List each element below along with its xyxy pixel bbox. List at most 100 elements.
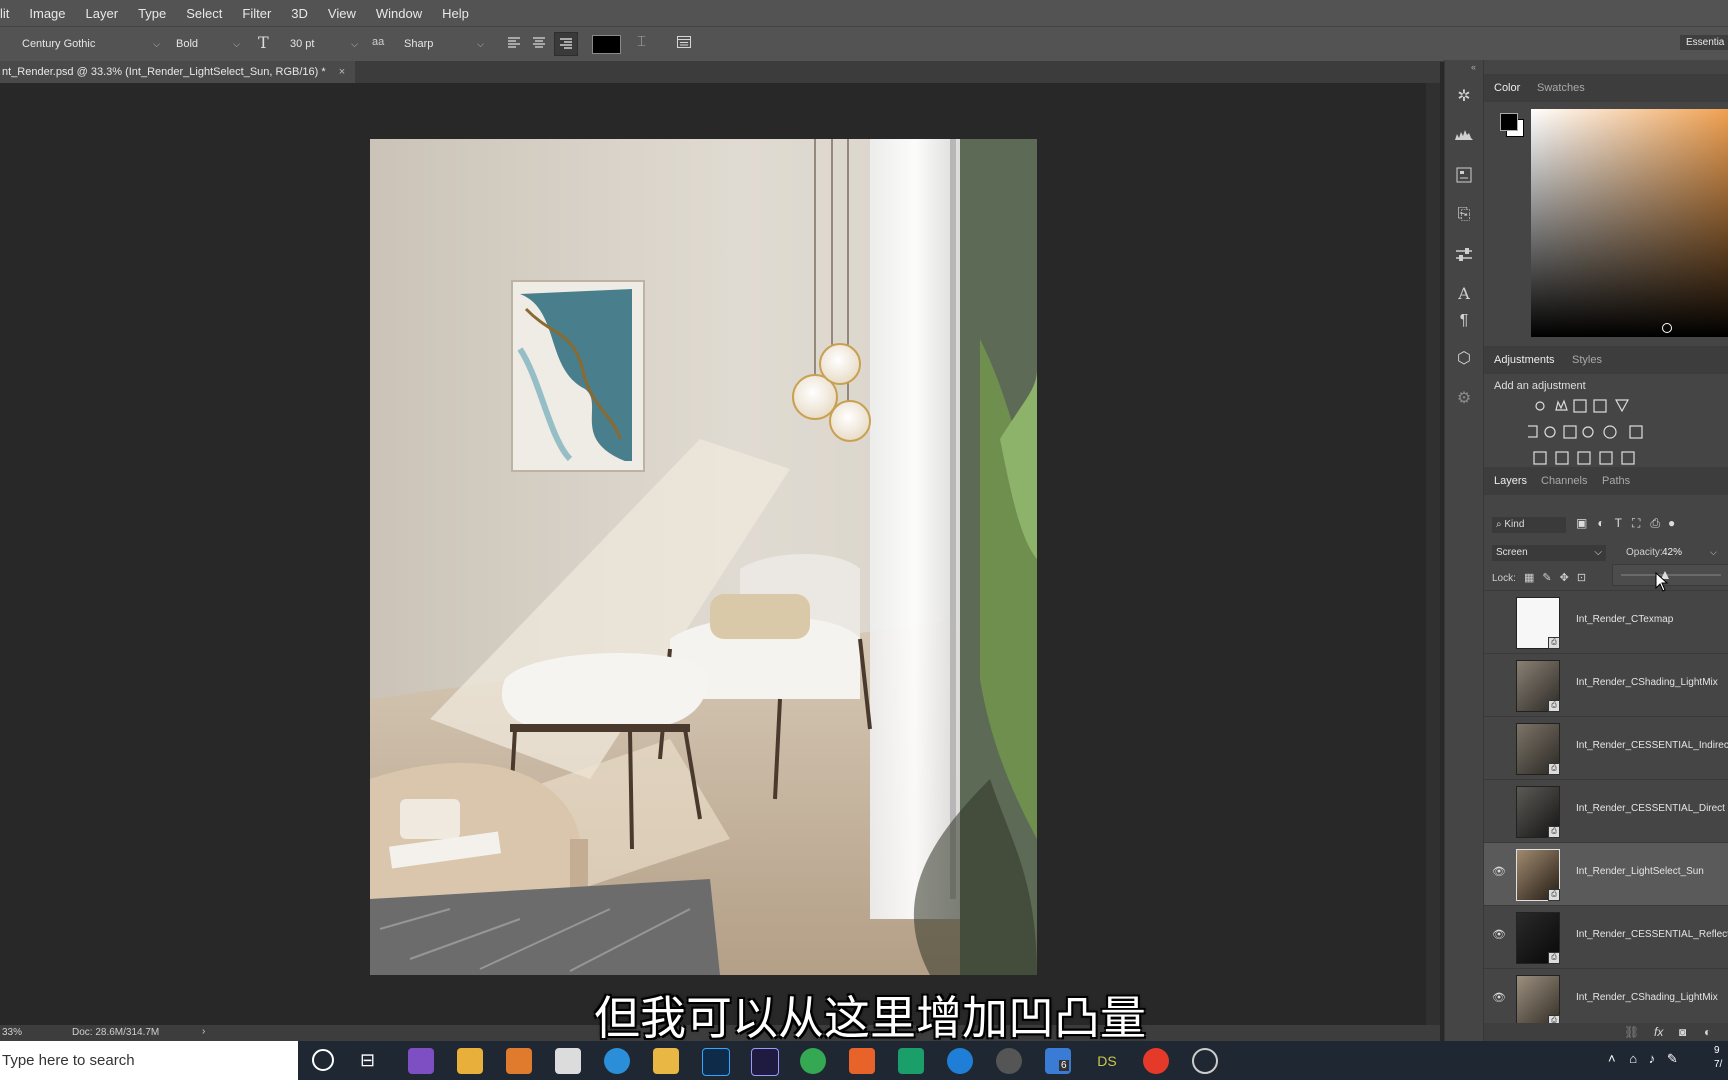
eye-icon[interactable]: 👁 bbox=[1492, 991, 1506, 1005]
notepad-icon[interactable]: 6 bbox=[1045, 1048, 1071, 1074]
opacity-value[interactable]: 42% bbox=[1662, 547, 1682, 558]
clone-source-icon[interactable]: ⎘ bbox=[1453, 204, 1475, 226]
tab-layers[interactable]: Layers bbox=[1494, 475, 1527, 487]
add-mask-icon[interactable]: ◙ bbox=[1679, 1025, 1686, 1039]
menu-image[interactable]: Image bbox=[29, 6, 65, 21]
tab-channels[interactable]: Channels bbox=[1541, 475, 1587, 487]
tab-adjustments[interactable]: Adjustments bbox=[1494, 354, 1555, 366]
tray-chevron-up-icon[interactable]: ˄ bbox=[1608, 1051, 1616, 1066]
pixel-filter-icon[interactable]: ▣ bbox=[1576, 516, 1587, 530]
taskbar-search-box[interactable]: Type here to search bbox=[0, 1041, 298, 1080]
font-style-select[interactable]: Bold ⌵ bbox=[176, 35, 242, 53]
histogram-icon[interactable] bbox=[1453, 124, 1475, 146]
media-player-icon[interactable] bbox=[506, 1048, 532, 1074]
3d-scene-icon[interactable]: ⚙ bbox=[1453, 388, 1475, 410]
link-layers-icon[interactable]: ⛓ bbox=[1624, 1025, 1639, 1039]
pen-icon[interactable]: ✎ bbox=[1667, 1051, 1678, 1066]
teamviewer-icon[interactable] bbox=[947, 1048, 973, 1074]
zoom-level[interactable]: 33% bbox=[2, 1027, 22, 1038]
opacity-dropdown-icon[interactable]: ⌵ bbox=[1710, 547, 1717, 558]
blender-icon[interactable] bbox=[1143, 1048, 1169, 1074]
tab-color[interactable]: Color bbox=[1494, 82, 1520, 94]
warp-text-icon[interactable]: ⌶ bbox=[637, 33, 646, 50]
type-filter-icon[interactable]: T bbox=[1615, 516, 1622, 530]
3d-cube-icon[interactable]: ⬡ bbox=[1453, 348, 1475, 370]
layer-row[interactable]: ⎙ Int_Render_CESSENTIAL_Indirect bbox=[1484, 716, 1728, 779]
layer-row[interactable]: ⎙ Int_Render_CTexmap bbox=[1484, 590, 1728, 653]
font-size-select[interactable]: 30 pt ⌵ bbox=[290, 35, 360, 53]
3ds-max-icon[interactable] bbox=[898, 1048, 924, 1074]
visibility-toggle[interactable] bbox=[1492, 802, 1506, 816]
new-fill-layer-icon[interactable]: ◐ bbox=[1704, 1025, 1711, 1039]
task-view-icon[interactable]: ⊟ bbox=[360, 1050, 375, 1071]
character-panel-icon[interactable] bbox=[676, 34, 692, 50]
layer-row[interactable]: ⎙ Int_Render_CESSENTIAL_Direct bbox=[1484, 779, 1728, 842]
menu-type[interactable]: Type bbox=[138, 6, 166, 21]
menu-window[interactable]: Window bbox=[376, 6, 422, 21]
paragraph-icon[interactable]: ¶ bbox=[1453, 310, 1475, 332]
chrome-icon[interactable] bbox=[800, 1048, 826, 1074]
menu-3d[interactable]: 3D bbox=[291, 6, 308, 21]
photoshop-icon[interactable] bbox=[702, 1048, 730, 1076]
obs-icon[interactable] bbox=[1192, 1048, 1218, 1074]
status-menu-arrow[interactable]: › bbox=[202, 1026, 205, 1037]
layer-row[interactable]: 👁 ⎙ Int_Render_CESSENTIAL_Reflect bbox=[1484, 905, 1728, 968]
filter-toggle-icon[interactable]: ● bbox=[1668, 516, 1675, 530]
smart-object-filter-icon[interactable]: ⎙ bbox=[1650, 516, 1660, 530]
menu-select[interactable]: Select bbox=[186, 6, 222, 21]
font-family-select[interactable]: Century Gothic ⌵ bbox=[22, 35, 162, 53]
adjustments-sliders-icon[interactable] bbox=[1453, 244, 1475, 266]
houdini-icon[interactable] bbox=[849, 1048, 875, 1074]
anti-alias-select[interactable]: Sharp ⌵ bbox=[404, 35, 486, 53]
lock-image-icon[interactable]: ✎ bbox=[1542, 572, 1551, 584]
align-left-icon[interactable] bbox=[506, 35, 522, 51]
eye-icon[interactable]: 👁 bbox=[1492, 865, 1506, 879]
menu-layer[interactable]: Layer bbox=[86, 6, 119, 21]
menu-edit[interactable]: lit bbox=[0, 6, 9, 21]
adjustment-filter-icon[interactable]: ◐ bbox=[1597, 516, 1604, 530]
visual-studio-icon[interactable] bbox=[408, 1048, 434, 1074]
eye-icon[interactable]: 👁 bbox=[1492, 928, 1506, 942]
cortana-icon[interactable] bbox=[312, 1049, 334, 1071]
tab-swatches[interactable]: Swatches bbox=[1537, 82, 1585, 94]
menu-help[interactable]: Help bbox=[442, 6, 469, 21]
toolbox-icon[interactable] bbox=[555, 1048, 581, 1074]
opacity-slider-track[interactable] bbox=[1621, 574, 1721, 576]
visibility-toggle[interactable] bbox=[1492, 613, 1506, 627]
layer-style-button[interactable]: fx bbox=[1654, 1025, 1663, 1039]
clock[interactable]: 9 7/ bbox=[1714, 1044, 1722, 1072]
align-center-icon[interactable] bbox=[531, 35, 547, 51]
lock-transparent-icon[interactable]: ▦ bbox=[1524, 572, 1534, 584]
store-icon[interactable] bbox=[457, 1048, 483, 1074]
after-effects-icon[interactable] bbox=[751, 1048, 779, 1076]
menu-filter[interactable]: Filter bbox=[242, 6, 271, 21]
visibility-toggle[interactable] bbox=[1492, 676, 1506, 690]
tab-styles[interactable]: Styles bbox=[1572, 354, 1602, 366]
vertical-scrollbar[interactable] bbox=[1426, 83, 1440, 1025]
color-picker-field[interactable] bbox=[1531, 109, 1728, 337]
layer-row-selected[interactable]: 👁 ⎙ Int_Render_LightSelect_Sun bbox=[1484, 842, 1728, 905]
color-picker-cursor[interactable] bbox=[1662, 323, 1672, 333]
menu-view[interactable]: View bbox=[328, 6, 356, 21]
edge-icon[interactable] bbox=[604, 1048, 630, 1074]
workspace-switcher[interactable]: Essentia bbox=[1680, 35, 1728, 50]
align-right-icon[interactable] bbox=[554, 32, 578, 56]
text-color-swatch[interactable] bbox=[592, 35, 621, 54]
layer-row[interactable]: ⎙ Int_Render_CShading_LightMix bbox=[1484, 653, 1728, 716]
lock-artboard-icon[interactable]: ⊡ bbox=[1577, 572, 1586, 584]
file-explorer-icon[interactable] bbox=[653, 1048, 679, 1074]
character-icon[interactable]: A bbox=[1453, 283, 1475, 305]
document-tab[interactable]: nt_Render.psd @ 33.3% (Int_Render_LightS… bbox=[0, 61, 356, 83]
navigator-icon[interactable]: ✲ bbox=[1453, 86, 1475, 108]
close-tab-icon[interactable]: × bbox=[339, 66, 345, 78]
rendered-image[interactable] bbox=[370, 139, 1037, 975]
obs-camera-icon[interactable] bbox=[996, 1048, 1022, 1074]
volume-icon[interactable]: ♪ bbox=[1649, 1051, 1656, 1066]
tab-paths[interactable]: Paths bbox=[1602, 475, 1630, 487]
shape-filter-icon[interactable]: ⛶ bbox=[1632, 516, 1640, 530]
daz-studio-icon[interactable]: DS bbox=[1094, 1048, 1120, 1074]
lock-position-icon[interactable]: ✥ bbox=[1560, 572, 1569, 584]
network-icon[interactable]: ⌂ bbox=[1629, 1051, 1637, 1066]
layer-filter-kind[interactable]: ⌕ Kind bbox=[1492, 517, 1566, 533]
properties-icon[interactable] bbox=[1453, 164, 1475, 186]
